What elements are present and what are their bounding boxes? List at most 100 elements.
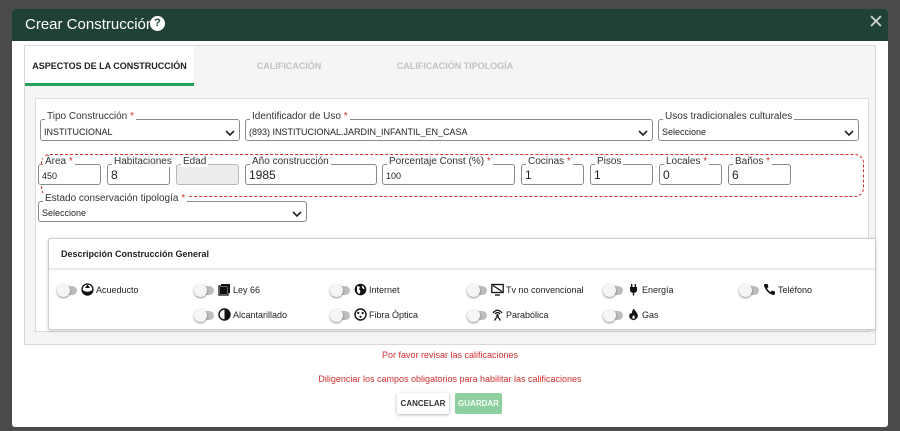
edad-input: Edad (176, 156, 239, 185)
service-parabolica[interactable]: Parabólica (467, 308, 589, 324)
banos-label: Baños (735, 156, 764, 167)
modal-header: Crear Construcción ? ✕ (12, 9, 888, 41)
close-icon[interactable]: ✕ (868, 13, 884, 33)
service-energia[interactable]: Energía (603, 283, 715, 299)
tv-no-convencional-label: Tv no convencional (506, 285, 584, 295)
tipo-construccion-select[interactable]: Tipo Construcción * INSTITUCIONAL (40, 111, 240, 141)
modal-title: Crear Construcción (25, 16, 155, 33)
construction-form: Tipo Construcción * INSTITUCIONAL Identi… (35, 98, 876, 332)
help-icon[interactable]: ? (150, 16, 165, 31)
service-alcantarillado[interactable]: Alcantarillado (194, 308, 316, 324)
chevron-down-icon (844, 130, 854, 137)
fibra-optica-toggle[interactable] (330, 309, 350, 322)
half-circle-icon (218, 308, 231, 321)
pisos-value: 1 (594, 168, 601, 182)
habitaciones-value: 8 (111, 168, 118, 182)
estado-conservacion-label: Estado conservación tipología (45, 193, 179, 204)
required-fields-message: Diligenciar los campos obligatorios para… (318, 374, 582, 384)
chevron-down-icon (292, 211, 302, 218)
section-title: Descripción Construcción General (49, 239, 875, 269)
parabolica-label: Parabólica (506, 310, 549, 320)
tv-no-convencional-toggle[interactable] (467, 284, 487, 297)
alcantarillado-toggle[interactable] (194, 309, 214, 322)
required-mark: * (766, 156, 771, 167)
area-input[interactable]: Área * 450 (38, 156, 101, 185)
required-mark: * (703, 156, 708, 167)
internet-toggle[interactable] (330, 284, 350, 297)
globe-icon (354, 283, 367, 296)
ley-66-label: Ley 66 (233, 285, 261, 295)
parabolica-toggle[interactable] (467, 309, 487, 322)
identificador-uso-value: (893) INSTITUCIONAL.JARDIN_INFANTIL_EN_C… (249, 127, 468, 137)
service-ley-66[interactable]: Ley 66 (194, 283, 306, 299)
phone-icon (763, 284, 775, 296)
porcentaje-const-value: 100 (386, 171, 402, 181)
gas-label: Gas (642, 310, 659, 320)
tv-icon (491, 283, 504, 296)
service-acueducto[interactable]: Acueducto (57, 283, 169, 299)
service-tv-no-convencional[interactable]: Tv no convencional (467, 283, 599, 299)
chevron-down-icon (638, 130, 648, 137)
acueducto-label: Acueducto (96, 285, 139, 295)
required-mark: * (343, 111, 348, 122)
acueducto-toggle[interactable] (57, 284, 77, 297)
area-label: Área (45, 156, 67, 167)
ley-66-toggle[interactable] (194, 284, 214, 297)
tab-calificacion-tipologia[interactable]: CALIFICACIÓN TIPOLOGÍA (375, 46, 535, 86)
fiber-optic-icon (354, 308, 367, 321)
required-mark: * (68, 156, 73, 167)
estado-conservacion-select[interactable]: Estado conservación tipología * Seleccio… (38, 193, 307, 222)
books-icon (218, 284, 230, 296)
required-mark: * (566, 156, 571, 167)
usos-tradicionales-value: Seleccione (662, 127, 707, 137)
cancel-button[interactable]: CANCELAR (397, 393, 449, 414)
cocinas-input[interactable]: Cocinas * 1 (521, 156, 584, 185)
energia-label: Energía (642, 285, 674, 295)
chevron-down-icon (225, 130, 235, 137)
cocinas-label: Cocinas (528, 156, 565, 167)
crear-construccion-modal: Crear Construcción ? ✕ ASPECTOS DE LA CO… (12, 9, 888, 427)
save-button[interactable]: GUARDAR (455, 393, 502, 414)
review-calificaciones-message: Por favor revisar las calificaciones (381, 350, 519, 360)
alcantarillado-label: Alcantarillado (233, 310, 288, 320)
identificador-uso-select[interactable]: Identificador de Uso * (893) INSTITUCION… (245, 111, 653, 141)
water-drop-icon (81, 283, 94, 296)
cocinas-value: 1 (525, 168, 532, 182)
pisos-input[interactable]: Pisos 1 (590, 156, 653, 185)
tab-aspectos-construccion[interactable]: ASPECTOS DE LA CONSTRUCCIÓN (25, 46, 194, 86)
tab-bar: ASPECTOS DE LA CONSTRUCCIÓN CALIFICACIÓN… (25, 46, 875, 86)
flame-icon (629, 308, 638, 321)
required-mark: * (130, 111, 134, 122)
tipo-construccion-value: INSTITUCIONAL (44, 127, 113, 137)
area-value: 450 (42, 171, 58, 181)
construction-panel: ASPECTOS DE LA CONSTRUCCIÓN CALIFICACIÓN… (24, 45, 876, 345)
service-gas[interactable]: Gas (603, 308, 715, 324)
descripcion-construccion-section: Descripción Construcción General Acueduc… (48, 238, 876, 330)
tipo-construccion-label: Tipo Construcción (47, 111, 128, 122)
edad-label: Edad (181, 156, 209, 167)
usos-tradicionales-select[interactable]: Usos tradicionales culturales Seleccione (658, 111, 859, 141)
porcentaje-const-input[interactable]: Porcentaje Const (%) * 100 (382, 156, 515, 185)
tab-calificacion[interactable]: CALIFICACIÓN (229, 46, 349, 86)
porcentaje-const-label: Porcentaje Const (%) (389, 156, 485, 167)
anio-construccion-value: 1985 (249, 168, 276, 182)
service-telefono[interactable]: Teléfono (739, 283, 851, 299)
gas-toggle[interactable] (603, 309, 623, 322)
service-fibra-optica[interactable]: Fibra Óptica (330, 308, 452, 324)
service-internet[interactable]: Internet (330, 283, 442, 299)
locales-input[interactable]: Locales * 0 (659, 156, 722, 185)
banos-input[interactable]: Baños * 6 (728, 156, 791, 185)
energia-toggle[interactable] (603, 284, 623, 297)
estado-conservacion-value: Seleccione (42, 208, 87, 218)
habitaciones-input[interactable]: Habitaciones 8 (107, 156, 174, 185)
internet-label: Internet (369, 285, 400, 295)
required-mark: * (486, 156, 491, 167)
anio-construccion-input[interactable]: Año construcción 1985 (245, 156, 377, 185)
locales-label: Locales (666, 156, 701, 167)
usos-tradicionales-label: Usos tradicionales culturales (663, 111, 795, 122)
satellite-icon (492, 309, 503, 321)
telefono-toggle[interactable] (739, 284, 759, 297)
telefono-label: Teléfono (778, 285, 813, 295)
required-mark: * (181, 193, 186, 204)
identificador-uso-label: Identificador de Uso (252, 111, 341, 122)
